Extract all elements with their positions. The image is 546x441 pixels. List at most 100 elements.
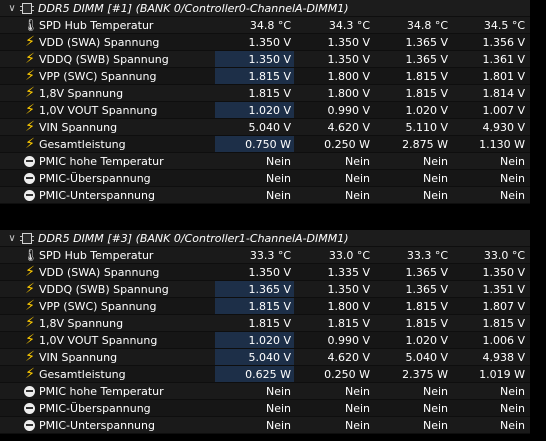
sensor-row[interactable]: PMIC-Überspannung Nein Nein Nein Nein: [0, 170, 546, 187]
max-value: 1.815 V: [405, 87, 448, 100]
bolt-icon: ⚡: [25, 281, 35, 297]
sensor-row[interactable]: ⚡ VDDQ (SWB) Spannung 1.365 V 1.350 V 1.365 …: [0, 281, 546, 298]
avg-value: 33.0 °C: [483, 249, 525, 262]
min-value: 0.990 V: [327, 104, 370, 117]
bolt-icon: ⚡: [25, 264, 35, 280]
sensor-row[interactable]: ⚡ Gesamtleistung 0.625 W 0.250 W 2.375 W 1.01…: [0, 366, 546, 383]
max-value: Nein: [422, 385, 448, 398]
avg-value: 1.130 W: [479, 138, 525, 151]
bolt-icon: ⚡: [25, 119, 35, 135]
sensor-row[interactable]: ⚡ VIN Spannung 5.040 V 4.620 V 5.040 V 4.938 …: [0, 349, 546, 366]
max-value: Nein: [422, 402, 448, 415]
max-value: 2.375 W: [402, 368, 448, 381]
sensor-label: 1,0V VOUT Spannung: [39, 104, 158, 117]
min-value: 0.250 W: [324, 138, 370, 151]
avg-value: 1.351 V: [482, 283, 525, 296]
avg-value: Nein: [499, 155, 525, 168]
avg-value: 1.801 V: [482, 70, 525, 83]
sensor-row[interactable]: ⚡ VPP (SWC) Spannung 1.815 V 1.800 V 1.815 V…: [0, 298, 546, 315]
sensor-label: VIN Spannung: [39, 121, 118, 134]
sensor-row[interactable]: ⚡ VPP (SWC) Spannung 1.815 V 1.800 V 1.815 V…: [0, 68, 546, 85]
sensor-row[interactable]: 🌡 SPD Hub Temperatur 33.3 °C 33.0 °C 33.3 °C…: [0, 247, 546, 264]
group-header[interactable]: ∨ DDR5 DIMM [#3] (BANK 0/Controller1-Chan…: [0, 230, 546, 247]
min-value: Nein: [344, 419, 370, 432]
status-icon: [24, 420, 35, 431]
current-value: 1.815 V: [248, 87, 291, 100]
sensor-label: VIN Spannung: [39, 351, 118, 364]
sensor-row[interactable]: ⚡ Gesamtleistung 0.750 W 0.250 W 2.875 W 1.13…: [0, 136, 546, 153]
max-value: 1.020 V: [405, 334, 448, 347]
thermometer-icon: 🌡: [23, 18, 39, 32]
avg-value: 4.930 V: [482, 121, 525, 134]
min-value: 1.350 V: [327, 36, 370, 49]
sensor-label: PMIC-Überspannung: [39, 402, 151, 415]
max-value: Nein: [422, 155, 448, 168]
sensor-label: 1,8V Spannung: [39, 87, 124, 100]
sensor-row[interactable]: PMIC hohe Temperatur Nein Nein Nein Nein: [0, 153, 546, 170]
sensor-row[interactable]: ⚡ 1,8V Spannung 1.815 V 1.800 V 1.815 V 1.814…: [0, 85, 546, 102]
bolt-icon: ⚡: [25, 315, 35, 331]
sensor-row[interactable]: ⚡ VDD (SWA) Spannung 1.350 V 1.335 V 1.365 V…: [0, 264, 546, 281]
group-separator: [0, 204, 546, 230]
current-value: 0.625 W: [215, 366, 294, 382]
sensor-label: 1,8V Spannung: [39, 317, 124, 330]
min-value: 0.990 V: [327, 334, 370, 347]
bolt-icon: ⚡: [25, 366, 35, 382]
sensor-row[interactable]: PMIC-Unterspannung Nein Nein Nein Nein: [0, 187, 546, 204]
avg-value: Nein: [499, 419, 525, 432]
group-header[interactable]: ∨ DDR5 DIMM [#1] (BANK 0/Controller0-Chan…: [0, 0, 546, 17]
min-value: 1.800 V: [327, 87, 370, 100]
sensor-row[interactable]: ⚡ VIN Spannung 5.040 V 4.620 V 5.110 V 4.930 …: [0, 119, 546, 136]
max-value: 1.365 V: [405, 283, 448, 296]
sensor-row[interactable]: PMIC-Unterspannung Nein Nein Nein Nein: [0, 417, 546, 434]
current-value: 1.815 V: [248, 317, 291, 330]
sensor-row[interactable]: ⚡ 1,8V Spannung 1.815 V 1.815 V 1.815 V 1.815…: [0, 315, 546, 332]
sensor-label: VDD (SWA) Spannung: [39, 36, 160, 49]
chevron-down-icon[interactable]: ∨: [6, 0, 18, 17]
scrollbar[interactable]: [530, 0, 546, 441]
sensor-label: PMIC-Unterspannung: [39, 189, 155, 202]
chevron-down-icon[interactable]: ∨: [6, 230, 18, 247]
current-value: 1.350 V: [248, 266, 291, 279]
sensor-row[interactable]: ⚡ 1,0V VOUT Spannung 1.020 V 0.990 V 1.020 V…: [0, 102, 546, 119]
max-value: Nein: [422, 419, 448, 432]
avg-value: 34.5 °C: [483, 19, 525, 32]
sensor-row[interactable]: 🌡 SPD Hub Temperatur 34.8 °C 34.3 °C 34.8 °C…: [0, 17, 546, 34]
sensor-row[interactable]: ⚡ VDDQ (SWB) Spannung 1.350 V 1.350 V 1.365 …: [0, 51, 546, 68]
sensor-row[interactable]: PMIC hohe Temperatur Nein Nein Nein Nein: [0, 383, 546, 400]
avg-value: Nein: [499, 189, 525, 202]
bolt-icon: ⚡: [25, 102, 35, 118]
group-title: DDR5 DIMM [#3] (BANK 0/Controller1-Chann…: [38, 232, 349, 245]
sensor-row[interactable]: ⚡ VDD (SWA) Spannung 1.350 V 1.350 V 1.365 V…: [0, 34, 546, 51]
bolt-icon: ⚡: [25, 332, 35, 348]
current-value: 1.815 V: [215, 68, 294, 84]
bolt-icon: ⚡: [25, 51, 35, 67]
sensor-row[interactable]: PMIC-Überspannung Nein Nein Nein Nein: [0, 400, 546, 417]
min-value: 1.350 V: [327, 53, 370, 66]
max-value: 1.365 V: [405, 36, 448, 49]
sensor-window: { "sections": [ { "title": "DDR5 DIMM [#…: [0, 0, 546, 441]
current-value: 1.020 V: [215, 102, 294, 118]
current-value: Nein: [265, 385, 291, 398]
sensor-label: VDDQ (SWB) Spannung: [39, 53, 169, 66]
group-title: DDR5 DIMM [#1] (BANK 0/Controller0-Chann…: [38, 2, 349, 15]
bolt-icon: ⚡: [25, 85, 35, 101]
min-value: 1.800 V: [327, 70, 370, 83]
current-value: 5.040 V: [248, 121, 291, 134]
min-value: 34.3 °C: [328, 19, 370, 32]
min-value: Nein: [344, 189, 370, 202]
min-value: Nein: [344, 172, 370, 185]
current-value: 1.020 V: [215, 332, 294, 348]
status-icon: [24, 386, 35, 397]
min-value: 1.800 V: [327, 300, 370, 313]
current-value: 0.750 W: [215, 136, 294, 152]
sensor-row[interactable]: ⚡ 1,0V VOUT Spannung 1.020 V 0.990 V 1.020 V…: [0, 332, 546, 349]
min-value: 1.350 V: [327, 283, 370, 296]
min-value: 1.815 V: [327, 317, 370, 330]
sensor-label: VPP (SWC) Spannung: [39, 70, 157, 83]
sensor-label: SPD Hub Temperatur: [39, 19, 154, 32]
max-value: Nein: [422, 172, 448, 185]
avg-value: 1.007 V: [482, 104, 525, 117]
current-value: 34.8 °C: [249, 19, 291, 32]
min-value: 33.0 °C: [328, 249, 370, 262]
